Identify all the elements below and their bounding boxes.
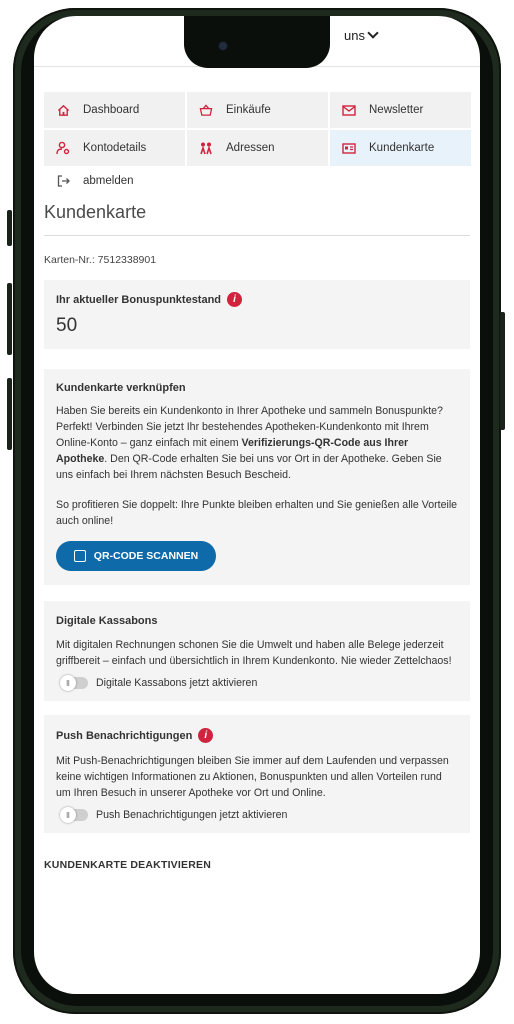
nav-item-label: Einkäufe — [226, 104, 271, 116]
mail-icon — [342, 103, 356, 117]
push-heading: Push Benachrichtigungen i — [56, 728, 458, 743]
camera-icon — [219, 42, 227, 50]
bonus-title: Ihr aktueller Bonuspunktestand — [56, 293, 222, 306]
logout-label: abmelden — [83, 175, 134, 187]
language-selector[interactable]: uns — [344, 27, 379, 43]
bonus-panel: Ihr aktueller Bonuspunktestand i 50 — [44, 280, 470, 349]
card-number: Karten-Nr.: 7512338901 — [44, 254, 157, 266]
push-toggle[interactable]: Ⅱ — [60, 807, 88, 823]
nav-item-label: Dashboard — [83, 104, 140, 116]
bonus-points-value: 50 — [56, 315, 78, 336]
digital-receipts-toggle[interactable]: Ⅱ — [60, 675, 88, 691]
digital-receipts-title: Digitale Kassabons — [56, 615, 158, 627]
bonus-heading: Ihr aktueller Bonuspunktestand i — [56, 292, 458, 307]
nav-item-label: Adressen — [226, 142, 275, 154]
home-icon — [56, 103, 70, 117]
account-nav: Dashboard Einkäufe Newsletter Kontodetai… — [44, 92, 471, 166]
info-icon[interactable]: i — [227, 292, 243, 307]
deactivate-card-link[interactable]: KUNDENKARTE DEAKTIVIEREN — [44, 859, 470, 871]
nav-item-dashboard[interactable]: Dashboard — [44, 92, 185, 128]
notch — [184, 16, 330, 68]
toggle-knob: Ⅱ — [60, 807, 76, 823]
address-icon — [199, 141, 213, 155]
basket-icon — [199, 103, 213, 117]
nav-item-newsletter[interactable]: Newsletter — [330, 92, 471, 128]
push-toggle-label: Push Benachrichtigungen jetzt aktivieren — [96, 809, 288, 821]
language-label: uns — [344, 28, 365, 43]
qr-code-icon — [73, 550, 86, 562]
account-content: Dashboard Einkäufe Newsletter Kontodetai… — [44, 92, 471, 871]
push-toggle-row: Ⅱ Push Benachrichtigungen jetzt aktivier… — [56, 807, 458, 823]
digital-receipts-panel: Digitale Kassabons Mit digitalen Rechnun… — [44, 601, 470, 701]
digital-receipts-toggle-row: Ⅱ Digitale Kassabons jetzt aktivieren — [56, 675, 458, 691]
link-card-text-3: . Den QR-Code erhalten Sie bei uns vor O… — [56, 453, 442, 481]
push-notifications-panel: Push Benachrichtigungen i Mit Push-Benac… — [44, 715, 470, 833]
phone-side-button — [7, 210, 12, 246]
push-text: Mit Push-Benachrichtigungen bleiben Sie … — [56, 755, 449, 799]
toggle-knob: Ⅱ — [60, 675, 76, 691]
screen: uns Dashboard Einkäufe Newsletter Kontod… — [34, 16, 480, 994]
chevron-down-icon — [367, 27, 379, 39]
link-card-paragraph-2: So profitieren Sie doppelt: Ihre Punkte … — [56, 499, 458, 527]
nav-item-label: Newsletter — [369, 104, 424, 116]
phone-side-button — [7, 283, 12, 355]
push-title: Push Benachrichtigungen — [56, 729, 193, 742]
nav-item-account-details[interactable]: Kontodetails — [44, 130, 185, 166]
nav-item-addresses[interactable]: Adressen — [187, 130, 328, 166]
info-icon[interactable]: i — [198, 728, 214, 743]
digital-receipts-toggle-label: Digitale Kassabons jetzt aktivieren — [96, 677, 258, 689]
card-icon — [342, 141, 356, 155]
nav-item-customer-card[interactable]: Kundenkarte — [330, 130, 471, 166]
link-card-paragraph: Haben Sie bereits ein Kundenkonto in Ihr… — [56, 403, 458, 483]
link-card-title: Kundenkarte verknüpfen — [56, 382, 186, 394]
logout-link[interactable]: abmelden — [44, 166, 470, 196]
qr-scan-button-label: QR-CODE SCANNEN — [93, 550, 199, 562]
link-card-text-1: Haben Sie bereits ein Kundenkonto in Ihr… — [56, 405, 443, 417]
logout-icon — [56, 174, 70, 188]
page-title: Kundenkarte — [44, 202, 470, 236]
qr-scan-button[interactable]: QR-CODE SCANNEN — [56, 541, 216, 571]
nav-item-label: Kundenkarte — [369, 142, 435, 154]
digital-receipts-text: Mit digitalen Rechnungen schonen Sie die… — [56, 639, 452, 667]
phone-side-button — [500, 312, 505, 430]
nav-item-label: Kontodetails — [83, 142, 147, 154]
nav-item-purchases[interactable]: Einkäufe — [187, 92, 328, 128]
user-settings-icon — [56, 141, 70, 155]
link-card-panel: Kundenkarte verknüpfen Haben Sie bereits… — [44, 369, 470, 585]
phone-side-button — [7, 378, 12, 450]
